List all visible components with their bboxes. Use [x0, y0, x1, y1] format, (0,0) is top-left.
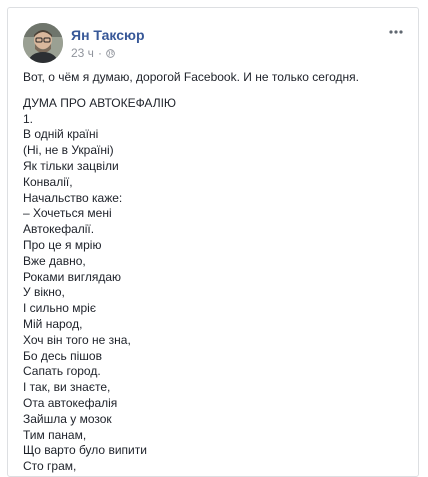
post-card: Ян Таксюр 23 ч · Вот, о чём я думаю, дор… [7, 7, 419, 477]
post-header: Ян Таксюр 23 ч · [23, 23, 408, 63]
poem-line: Сапать город. [23, 364, 101, 379]
globe-icon[interactable] [106, 48, 115, 58]
meta-separator: · [97, 46, 102, 60]
poem-line: В одній країні [23, 127, 99, 142]
poem-line: У вікно, [23, 285, 65, 300]
poem-line: Зайшла у мозок [23, 411, 112, 426]
poem-line: Що варто було випити [23, 443, 147, 458]
poem-line: І сильно мріє [23, 301, 96, 316]
post-body: Вот, о чём я думаю, дорогой Facebook. И … [23, 70, 404, 475]
poem-line: Тим панам, [23, 427, 87, 442]
poem-line: Хоч він того не зна, [23, 332, 131, 347]
post-timestamp-link[interactable]: 23 ч [71, 46, 94, 60]
poem-line: Сто грам, [23, 459, 77, 474]
avatar[interactable] [23, 23, 63, 63]
author-name-link[interactable]: Ян Таксюр [71, 27, 145, 43]
poem-line: Бо десь пішов [23, 348, 102, 363]
poem-text: ДУМА ПРО АВТОКЕФАЛІЮ 1. В одній країні (… [23, 96, 404, 475]
poem-line: І так, ви знаєте, [23, 380, 111, 395]
poem-line: Конвалії, [23, 174, 73, 189]
avatar-image [23, 23, 63, 63]
post-meta: 23 ч · [71, 46, 115, 60]
poem-line: (Ні, не в Україні) [23, 143, 114, 158]
poem-line: Роками виглядаю [23, 269, 121, 284]
poem-line: Про це я мрію [23, 237, 102, 252]
poem-line: Ота автокефалія [23, 395, 118, 410]
poem-line: 1. [23, 111, 34, 126]
poem-line: Як тільки зацвіли [23, 158, 119, 173]
more-options-icon[interactable] [388, 27, 404, 37]
poem-line: Автокефалії. [23, 222, 95, 237]
poem-line: Вже давно, [23, 253, 86, 268]
poem-line: – Хочеться мені [23, 206, 112, 221]
post-intro-text: Вот, о чём я думаю, дорогой Facebook. И … [23, 70, 359, 84]
poem-line: Начальство каже: [23, 190, 123, 205]
poem-line: Мій народ, [23, 316, 83, 331]
poem-title: ДУМА ПРО АВТОКЕФАЛІЮ [23, 95, 177, 110]
